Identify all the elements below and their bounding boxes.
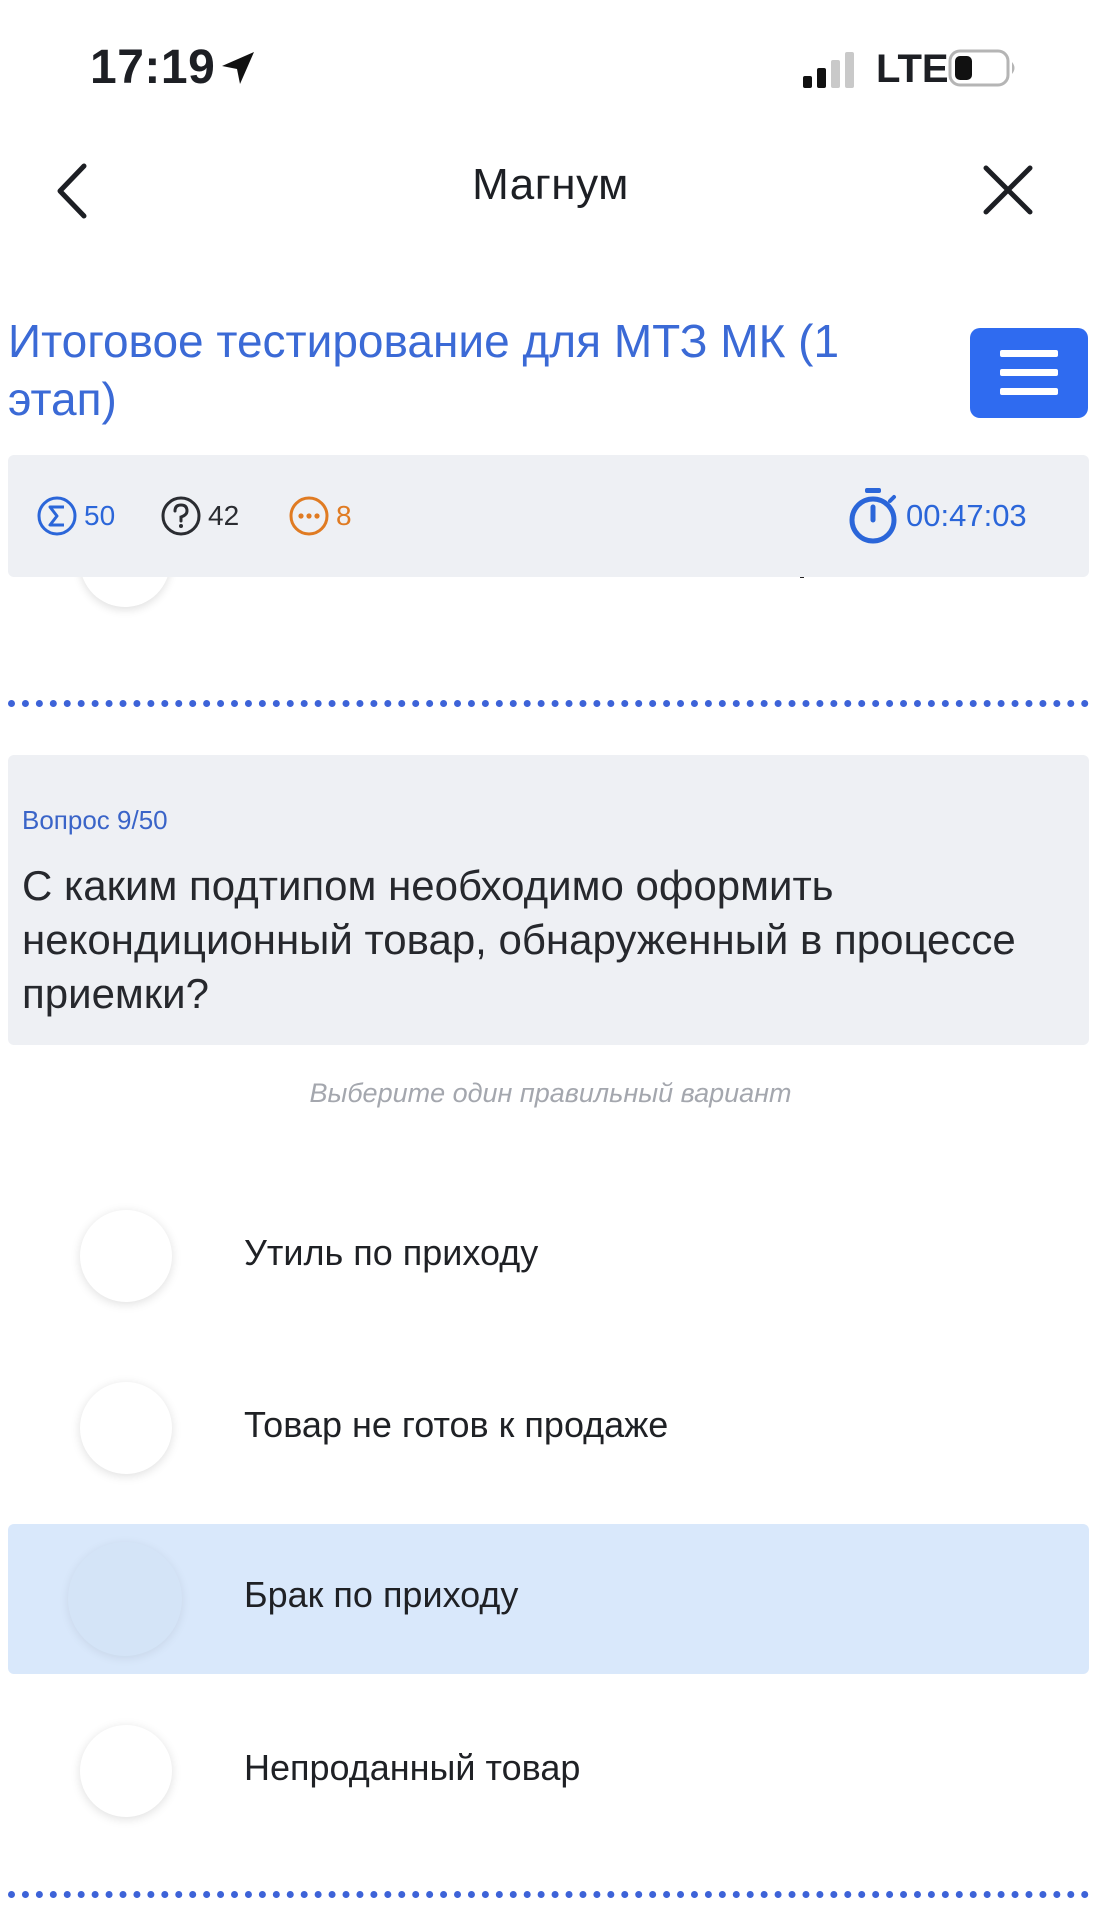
question-number: Вопрос 9/50: [22, 805, 168, 835]
answer-option-3[interactable]: Брак по приходу: [8, 1524, 1089, 1674]
answer-label: Непроданный товар: [244, 1747, 581, 1788]
location-arrow-icon: [222, 52, 254, 84]
radio-button[interactable]: [80, 1210, 172, 1302]
question-icon: [161, 496, 201, 536]
answer-option-4[interactable]: Непроданный товар: [8, 1697, 1089, 1847]
status-time: 17:19: [90, 41, 216, 94]
menu-button[interactable]: [970, 328, 1088, 418]
radio-button[interactable]: [68, 1542, 182, 1656]
previous-answer-radio[interactable]: [80, 577, 170, 607]
stat-skipped: 8: [288, 493, 352, 539]
radio-button[interactable]: [80, 1382, 172, 1474]
answer-option-2[interactable]: Товар не готов к продаже: [8, 1354, 1089, 1504]
question-scroll-area[interactable]: Вопрос 9/50 С каким подтипом необходимо …: [0, 577, 1101, 1920]
stat-remaining-value: 42: [208, 500, 240, 531]
radio-button[interactable]: [80, 1725, 172, 1817]
stats-bar: 50 42 8 00:47:03: [8, 455, 1089, 577]
timer-value: 00:47:03: [906, 498, 1027, 533]
stat-total: 50: [36, 493, 115, 539]
section-divider-top: [8, 700, 1089, 707]
stat-remaining: 42: [160, 493, 239, 539]
stopwatch-icon: [849, 488, 897, 544]
previous-answer-text-fragment: [800, 577, 804, 578]
answer-option-1[interactable]: Утиль по приходу: [8, 1182, 1089, 1332]
section-divider-bottom: [8, 1891, 1089, 1898]
app-title: Магнум: [472, 160, 629, 209]
close-icon[interactable]: [980, 162, 1036, 218]
ellipsis-icon: [289, 496, 329, 536]
stat-skipped-value: 8: [336, 500, 352, 531]
stat-total-value: 50: [84, 500, 116, 531]
cell-signal-icon: [803, 52, 854, 88]
question-text: С каким подтипом необходимо оформить нек…: [22, 862, 1016, 1017]
answer-hint: Выберите один правильный вариант: [309, 1078, 792, 1108]
network-label: LTE: [876, 47, 949, 91]
status-bar: 17:19 LTE: [0, 0, 1101, 130]
answer-label: Брак по приходу: [244, 1574, 519, 1615]
stat-timer: 00:47:03: [846, 488, 1027, 544]
battery-icon: [948, 49, 1015, 87]
test-title: Итоговое тестирование для МТЗ МК (1 этап…: [8, 315, 840, 425]
sigma-icon: [37, 496, 77, 536]
answer-label: Товар не готов к продаже: [244, 1404, 669, 1445]
answer-label: Утиль по приходу: [244, 1232, 539, 1273]
